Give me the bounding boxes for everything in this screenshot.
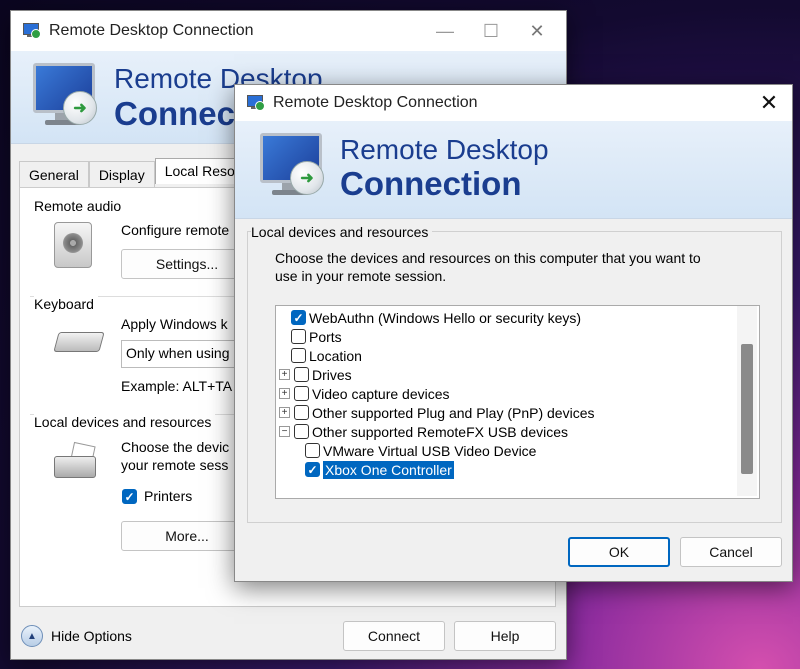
list-item-remotefx-usb[interactable]: − Other supported RemoteFX USB devices bbox=[279, 422, 568, 441]
collapse-minus-icon[interactable]: − bbox=[279, 426, 290, 437]
cancel-button[interactable]: Cancel bbox=[680, 537, 782, 567]
keyboard-desc: Apply Windows k bbox=[121, 316, 228, 332]
keyboard-icon bbox=[53, 332, 105, 352]
chevron-up-icon: ▲ bbox=[21, 625, 43, 647]
dialog-banner-line2: Connection bbox=[340, 165, 522, 202]
xbox-controller-checkbox[interactable]: ✓ bbox=[305, 462, 320, 477]
main-titlebar[interactable]: Remote Desktop Connection — ☐ ✕ bbox=[11, 11, 566, 51]
dialog-title: Remote Desktop Connection bbox=[273, 94, 478, 111]
expand-plus-icon[interactable]: + bbox=[279, 407, 290, 418]
remote-audio-desc: Configure remote bbox=[121, 222, 230, 238]
hide-options-toggle[interactable]: ▲ Hide Options bbox=[21, 625, 132, 647]
printers-checkbox[interactable]: ✓ bbox=[122, 489, 137, 504]
printer-icon bbox=[54, 441, 98, 478]
video-capture-checkbox[interactable] bbox=[294, 386, 309, 401]
dialog-desc-1: Choose the devices and resources on this… bbox=[275, 250, 701, 266]
list-item-webauthn[interactable]: ✓ WebAuthn (Windows Hello or security ke… bbox=[291, 308, 581, 327]
check-icon: ✓ bbox=[307, 462, 318, 477]
dialog-banner: ➜ Remote Desktop Connection bbox=[235, 121, 792, 219]
ports-checkbox[interactable] bbox=[291, 329, 306, 344]
local-devices-dialog: Remote Desktop Connection ✕ ➜ Remote Des… bbox=[234, 84, 793, 582]
list-item-pnp[interactable]: + Other supported Plug and Play (PnP) de… bbox=[279, 403, 595, 422]
list-item-label-selected: Xbox One Controller bbox=[323, 460, 454, 479]
local-devices-title: Local devices and resources bbox=[34, 414, 216, 430]
list-item-xbox-controller[interactable]: ✓ Xbox One Controller bbox=[305, 460, 454, 479]
drives-checkbox[interactable] bbox=[294, 367, 309, 382]
dialog-close-icon[interactable]: ✕ bbox=[746, 85, 792, 121]
tab-strip: General Display Local Reso bbox=[19, 158, 245, 187]
check-icon: ✓ bbox=[293, 310, 304, 325]
keyboard-dropdown[interactable]: Only when using bbox=[121, 340, 243, 368]
dialog-desc-2: use in your remote session. bbox=[275, 268, 447, 284]
location-checkbox[interactable] bbox=[291, 348, 306, 363]
list-scrollbar[interactable] bbox=[737, 306, 757, 496]
keyboard-example: Example: ALT+TA bbox=[121, 378, 233, 394]
list-scrollbar-thumb[interactable] bbox=[741, 344, 753, 474]
connect-button[interactable]: Connect bbox=[343, 621, 445, 651]
list-item-location[interactable]: Location bbox=[291, 346, 362, 365]
list-item-video-capture[interactable]: + Video capture devices bbox=[279, 384, 450, 403]
list-item-label: Video capture devices bbox=[312, 385, 450, 402]
devices-tree-list[interactable]: ✓ WebAuthn (Windows Hello or security ke… bbox=[275, 305, 760, 499]
ok-button[interactable]: OK bbox=[568, 537, 670, 567]
list-item-drives[interactable]: + Drives bbox=[279, 365, 352, 384]
webauthn-checkbox[interactable]: ✓ bbox=[291, 310, 306, 325]
check-icon: ✓ bbox=[124, 489, 135, 504]
close-icon[interactable]: ✕ bbox=[514, 11, 560, 51]
remotefx-usb-checkbox[interactable] bbox=[294, 424, 309, 439]
remote-audio-title: Remote audio bbox=[34, 198, 126, 214]
list-item-label: Drives bbox=[312, 366, 352, 383]
list-item-vmware-video[interactable]: VMware Virtual USB Video Device bbox=[305, 441, 536, 460]
pnp-checkbox[interactable] bbox=[294, 405, 309, 420]
list-item-label: Location bbox=[309, 347, 362, 364]
minimize-icon[interactable]: — bbox=[422, 11, 468, 51]
list-item-label: Other supported RemoteFX USB devices bbox=[312, 423, 569, 440]
list-item-label: WebAuthn (Windows Hello or security keys… bbox=[309, 309, 582, 326]
dialog-banner-line1: Remote Desktop bbox=[340, 134, 549, 165]
expand-plus-icon[interactable]: + bbox=[279, 369, 290, 380]
list-item-label: Ports bbox=[309, 328, 342, 345]
local-devices-desc-2: your remote sess bbox=[121, 457, 229, 473]
help-button[interactable]: Help bbox=[454, 621, 556, 651]
local-devices-desc-1: Choose the devic bbox=[121, 439, 230, 455]
list-item-ports[interactable]: Ports bbox=[291, 327, 342, 346]
vmware-video-checkbox[interactable] bbox=[305, 443, 320, 458]
printers-label: Printers bbox=[144, 488, 193, 504]
dialog-titlebar[interactable]: Remote Desktop Connection ✕ bbox=[235, 85, 792, 121]
keyboard-title: Keyboard bbox=[34, 296, 98, 312]
speaker-icon bbox=[54, 222, 92, 268]
list-item-label: VMware Virtual USB Video Device bbox=[323, 442, 537, 459]
tab-local-resources[interactable]: Local Reso bbox=[154, 158, 245, 184]
expand-plus-icon[interactable]: + bbox=[279, 388, 290, 399]
list-item-label: Other supported Plug and Play (PnP) devi… bbox=[312, 404, 595, 421]
main-window-title: Remote Desktop Connection bbox=[49, 22, 254, 39]
rdc-app-icon bbox=[23, 23, 41, 39]
dialog-app-icon bbox=[247, 95, 265, 111]
maximize-icon[interactable]: ☐ bbox=[468, 11, 514, 51]
tab-general[interactable]: General bbox=[19, 161, 89, 187]
dialog-group-title: Local devices and resources bbox=[251, 224, 433, 240]
tab-display[interactable]: Display bbox=[88, 161, 155, 187]
hide-options-label: Hide Options bbox=[51, 628, 132, 644]
